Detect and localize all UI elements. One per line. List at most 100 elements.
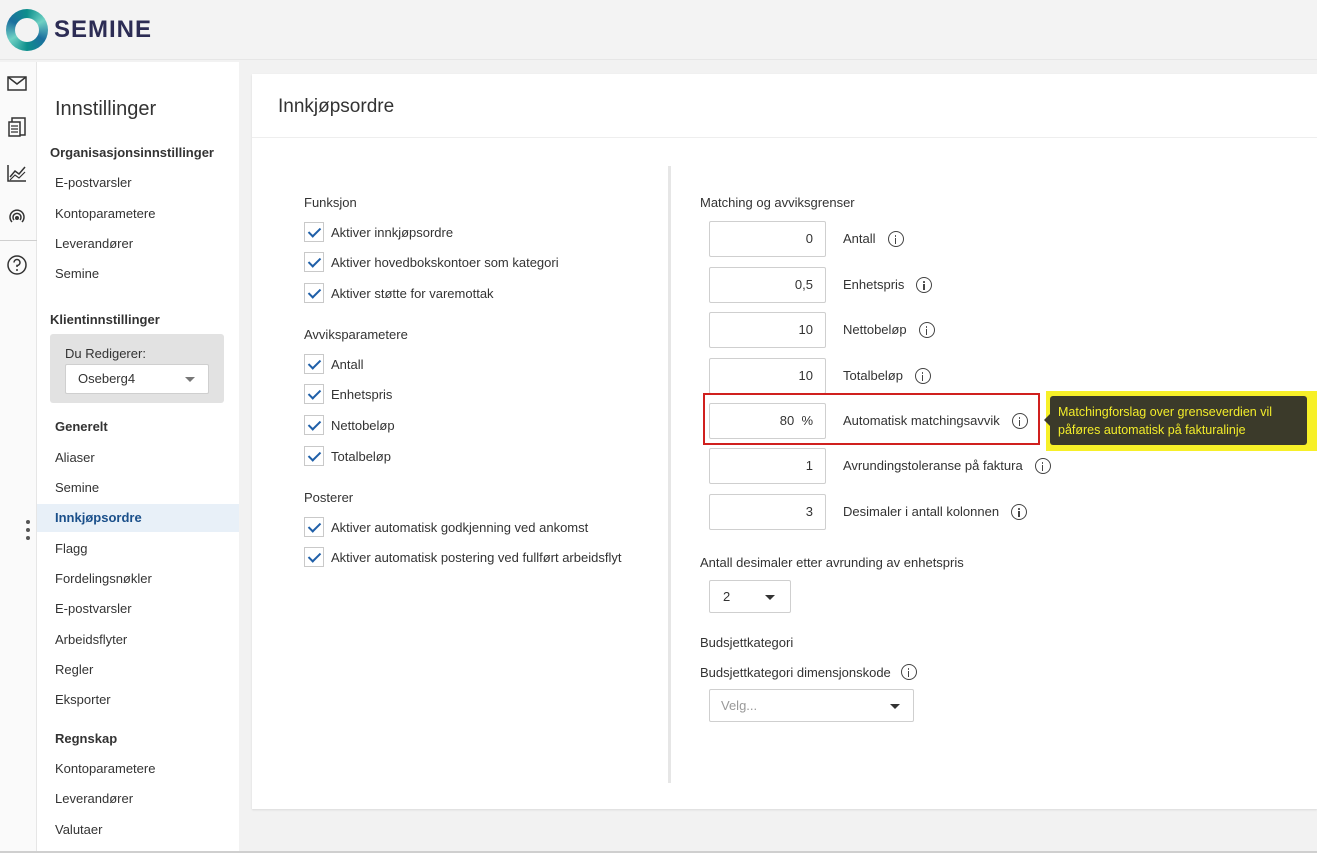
checkbox-label: Aktiver automatisk postering ved fullfør… bbox=[331, 549, 622, 565]
checkbox-checked-icon bbox=[304, 283, 324, 303]
auto-matching-deviation-label: Automatisk matchingsavvik bbox=[843, 403, 1028, 439]
field-label: Avrundingstoleranse på faktura bbox=[843, 458, 1023, 473]
mail-icon[interactable] bbox=[6, 72, 28, 94]
documents-icon[interactable] bbox=[6, 116, 28, 138]
total-amount-limit-label: Totalbeløp bbox=[843, 358, 931, 394]
select-placeholder: Velg... bbox=[721, 698, 758, 713]
checkbox-deviation-unit-price[interactable]: Enhetspris bbox=[304, 383, 392, 405]
percent-unit: % bbox=[801, 413, 813, 428]
checkbox-checked-icon bbox=[304, 547, 324, 567]
checkbox-auto-approval[interactable]: Aktiver automatisk godkjenning ved ankom… bbox=[304, 516, 588, 538]
icon-rail bbox=[0, 62, 37, 853]
editor-label: Du Redigerer: bbox=[65, 346, 146, 361]
checkbox-checked-icon bbox=[304, 446, 324, 466]
checkbox-deviation-net-amount[interactable]: Nettobeløp bbox=[304, 414, 395, 436]
checkbox-enable-purchase-orders[interactable]: Aktiver innkjøpsordre bbox=[304, 221, 453, 243]
checkbox-checked-icon bbox=[304, 517, 324, 537]
unit-price-limit-input[interactable]: 0,5 bbox=[709, 267, 826, 303]
checkbox-label: Aktiver hovedbokskontoer som kategori bbox=[331, 254, 559, 270]
info-icon[interactable] bbox=[916, 277, 933, 293]
accounting-group-heading: Regnskap bbox=[55, 731, 118, 746]
checkbox-label: Nettobeløp bbox=[331, 417, 395, 433]
nav-item-org-email-alerts[interactable]: E-postvarsler bbox=[37, 169, 239, 197]
client-select[interactable]: Oseberg4 bbox=[65, 364, 209, 394]
quantity-decimals-label: Desimaler i antall kolonnen bbox=[843, 494, 1028, 530]
checkbox-checked-icon bbox=[304, 252, 324, 272]
checkbox-label: Totalbeløp bbox=[331, 448, 391, 464]
checkbox-deviation-quantity[interactable]: Antall bbox=[304, 353, 364, 375]
chevron-down-icon bbox=[765, 595, 775, 600]
field-label: Automatisk matchingsavvik bbox=[843, 413, 1000, 428]
rounding-tolerance-label: Avrundingstoleranse på faktura bbox=[843, 448, 1051, 484]
quantity-decimals-input[interactable]: 3 bbox=[709, 494, 826, 530]
nav-item-email-alerts[interactable]: E-postvarsler bbox=[37, 595, 239, 623]
checkbox-enable-goods-receipt[interactable]: Aktiver støtte for varemottak bbox=[304, 282, 494, 304]
checkbox-label: Aktiver automatisk godkjenning ved ankom… bbox=[331, 519, 589, 535]
budget-dimension-select[interactable]: Velg... bbox=[709, 689, 914, 722]
nav-item-account-params[interactable]: Kontoparametere bbox=[37, 755, 239, 783]
checkbox-enable-gl-accounts[interactable]: Aktiver hovedbokskontoer som kategori bbox=[304, 251, 559, 273]
nav-item-suppliers[interactable]: Leverandører bbox=[37, 785, 239, 813]
total-amount-limit-input[interactable]: 10 bbox=[709, 358, 826, 394]
nav-item-org-semine[interactable]: Semine bbox=[37, 260, 239, 288]
info-icon[interactable] bbox=[914, 368, 931, 384]
checkbox-deviation-total-amount[interactable]: Totalbeløp bbox=[304, 445, 391, 467]
budget-dimension-label: Budsjettkategori dimensjonskode bbox=[700, 664, 917, 680]
quantity-limit-label: Antall bbox=[843, 221, 904, 257]
checkbox-checked-icon bbox=[304, 384, 324, 404]
nav-item-org-account-params[interactable]: Kontoparametere bbox=[37, 200, 239, 228]
settings-card: Innkjøpsordre Funksjon Aktiver innkjøpso… bbox=[252, 74, 1317, 809]
quantity-limit-input[interactable]: 0 bbox=[709, 221, 826, 257]
info-icon[interactable] bbox=[900, 664, 917, 680]
general-group-heading: Generelt bbox=[55, 419, 108, 434]
rounding-tolerance-input[interactable]: 1 bbox=[709, 448, 826, 484]
info-icon[interactable] bbox=[1011, 413, 1028, 429]
nav-item-distribution-keys[interactable]: Fordelingsnøkler bbox=[37, 565, 239, 593]
nav-item-flags[interactable]: Flagg bbox=[37, 535, 239, 563]
card-header: Innkjøpsordre bbox=[252, 74, 1317, 138]
deviation-params-heading: Avviksparametere bbox=[304, 327, 408, 342]
field-label: Nettobeløp bbox=[843, 322, 907, 337]
auto-matching-deviation-input[interactable]: 80 % bbox=[709, 403, 826, 439]
nav-title: Innstillinger bbox=[55, 98, 157, 120]
more-icon[interactable] bbox=[25, 519, 31, 541]
budget-category-heading: Budsjettkategori bbox=[700, 635, 794, 650]
checkbox-checked-icon bbox=[304, 222, 324, 242]
info-icon[interactable] bbox=[1011, 504, 1028, 520]
top-bar: SEMINE bbox=[0, 0, 1317, 60]
org-settings-heading: Organisasjonsinnstillinger bbox=[50, 145, 214, 160]
info-icon[interactable] bbox=[1034, 458, 1051, 474]
checkbox-auto-posting[interactable]: Aktiver automatisk postering ved fullfør… bbox=[304, 546, 621, 568]
checkbox-label: Aktiver innkjøpsordre bbox=[331, 224, 454, 240]
nav-item-semine[interactable]: Semine bbox=[37, 474, 239, 502]
broadcast-icon[interactable] bbox=[6, 205, 28, 227]
client-select-value: Oseberg4 bbox=[78, 371, 136, 386]
input-value: 80 bbox=[779, 413, 795, 428]
tooltip-highlight: Matchingforslag over grenseverdien vil p… bbox=[1044, 391, 1317, 451]
nav-item-aliases[interactable]: Aliaser bbox=[37, 444, 239, 472]
nav-item-workflows[interactable]: Arbeidsflyter bbox=[37, 626, 239, 654]
field-label: Desimaler i antall kolonnen bbox=[843, 504, 1000, 519]
nav-item-export[interactable]: Eksporter bbox=[37, 686, 239, 714]
checkbox-label: Aktiver støtte for varemottak bbox=[331, 285, 494, 301]
nav-item-rules[interactable]: Regler bbox=[37, 656, 239, 684]
tooltip: Matchingforslag over grenseverdien vil p… bbox=[1044, 396, 1307, 445]
nav-item-purchase-orders[interactable]: Innkjøpsordre bbox=[37, 504, 239, 532]
functions-heading: Funksjon bbox=[304, 195, 357, 210]
decimals-select[interactable]: 2 bbox=[709, 580, 791, 613]
field-label: Antall bbox=[843, 231, 876, 246]
help-icon[interactable] bbox=[6, 254, 28, 276]
checkbox-checked-icon bbox=[304, 415, 324, 435]
nav-item-org-suppliers[interactable]: Leverandører bbox=[37, 230, 239, 258]
info-icon[interactable] bbox=[918, 322, 935, 338]
semine-logo[interactable]: SEMINE bbox=[6, 9, 152, 51]
info-icon[interactable] bbox=[887, 231, 904, 247]
checkbox-checked-icon bbox=[304, 354, 324, 374]
decimals-heading: Antall desimaler etter avrunding av enhe… bbox=[700, 555, 964, 570]
chart-icon[interactable] bbox=[6, 162, 28, 184]
nav-item-currencies[interactable]: Valutaer bbox=[37, 816, 239, 844]
rail-divider bbox=[0, 240, 37, 241]
tooltip-arrow bbox=[1044, 414, 1050, 426]
settings-nav: Innstillinger Organisasjonsinnstillinger… bbox=[37, 62, 239, 853]
net-amount-limit-input[interactable]: 10 bbox=[709, 312, 826, 348]
